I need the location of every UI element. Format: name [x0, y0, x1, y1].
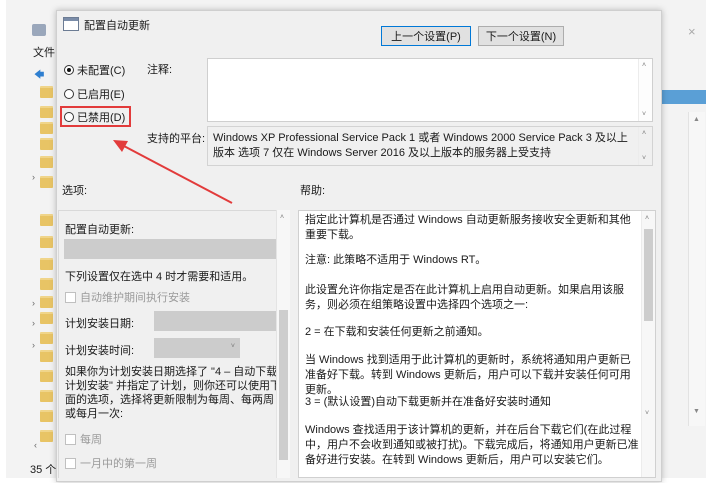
expand-chevron-icon[interactable]: ›: [32, 340, 35, 350]
scroll-thumb[interactable]: [279, 310, 288, 460]
options-description: 如果你为计划安装日期选择了 "4 – 自动下载计划安装" 并指定了计划，则你还可…: [65, 366, 281, 420]
radio-label: 未配置(C): [77, 65, 126, 77]
checkbox-label: 自动维护期间执行安装: [80, 292, 190, 304]
folder-icon[interactable]: [40, 258, 53, 270]
checkbox-box-icon: [65, 433, 76, 445]
radio-enabled[interactable]: 已启用(E): [64, 86, 125, 102]
help-paragraph: 注意: 此策略不适用于 Windows RT。: [305, 254, 487, 266]
options-note: 下列设置仅在选中 4 时才需要和适用。: [65, 271, 254, 283]
help-paragraph: 当 Windows 找到适用于此计算机的更新时，系统将通知用户更新已准备好下载。…: [305, 354, 631, 396]
expand-chevron-icon[interactable]: ›: [32, 172, 35, 182]
help-paragraph: Windows 查找适用于该计算机的更新，并在后台下载它们(在此过程中，用户不会…: [305, 424, 639, 466]
prev-setting-button[interactable]: 上一个设置(P): [381, 26, 471, 46]
background-close-icon[interactable]: ×: [688, 24, 696, 39]
folder-icon[interactable]: [40, 176, 53, 188]
help-paragraph: 此设置允许你指定是否在此计算机上启用自动更新。如果启用该服务，则必须在组策略设置…: [305, 284, 624, 311]
folder-icon[interactable]: [40, 106, 53, 118]
expand-chevron-icon[interactable]: ›: [32, 298, 35, 308]
menu-file[interactable]: 文件: [33, 44, 55, 60]
highlight-box: [60, 106, 131, 127]
folder-icon[interactable]: [40, 312, 53, 324]
scroll-thumb[interactable]: [644, 229, 653, 321]
first-week-checkbox[interactable]: 一月中的第一周: [65, 455, 157, 471]
next-setting-button[interactable]: 下一个设置(N): [478, 26, 564, 46]
scroll-down-icon[interactable]: ˅: [645, 410, 649, 417]
comment-textarea[interactable]: ˄ ˅: [207, 58, 653, 122]
help-heading: 帮助:: [300, 185, 326, 197]
platform-scrollbar[interactable]: ˄ ˅: [638, 127, 652, 165]
schedule-time-label: 计划安装时间:: [65, 345, 135, 357]
options-panel: 配置自动更新: 下列设置仅在选中 4 时才需要和适用。 自动维护期间执行安装 计…: [58, 210, 290, 478]
options-scrollbar[interactable]: ˄: [276, 210, 290, 478]
background-scrollbar[interactable]: ▲ ▼: [688, 112, 705, 426]
folder-icon[interactable]: [40, 410, 53, 422]
app-icon: [32, 24, 46, 36]
checkbox-label: 每周: [80, 434, 102, 446]
schedule-day-dropdown[interactable]: [154, 311, 280, 331]
help-panel: 指定此计算机是否通过 Windows 自动更新服务接收安全更新和其他重要下载。 …: [298, 210, 656, 478]
weekly-checkbox[interactable]: 每周: [65, 431, 102, 447]
help-paragraph: 3 = (默认设置)自动下载更新并在准备好安装时通知: [305, 396, 551, 408]
comment-scrollbar[interactable]: ˄ ˅: [638, 59, 652, 121]
policy-icon: [63, 17, 79, 31]
folder-icon[interactable]: [40, 236, 53, 248]
options-title: 配置自动更新:: [65, 224, 135, 236]
help-paragraph: 指定此计算机是否通过 Windows 自动更新服务接收安全更新和其他重要下载。: [305, 214, 631, 241]
dialog-title: 配置自动更新: [84, 20, 150, 32]
folder-icon[interactable]: [40, 86, 53, 98]
folder-icon[interactable]: [40, 350, 53, 362]
scroll-up-icon[interactable]: ˄: [645, 215, 649, 222]
folder-icon[interactable]: [40, 138, 53, 150]
folder-icon[interactable]: [40, 370, 53, 382]
folder-icon[interactable]: [40, 278, 53, 290]
checkbox-box-icon: [65, 291, 76, 303]
maintenance-checkbox[interactable]: 自动维护期间执行安装: [65, 289, 190, 305]
platform-label: 支持的平台:: [147, 133, 206, 145]
scroll-left-icon[interactable]: ‹: [34, 440, 37, 450]
background-selected-row: [660, 90, 706, 104]
folder-icon[interactable]: [40, 122, 53, 134]
chevron-down-icon: ˅: [230, 343, 235, 350]
comment-label: 注释:: [147, 64, 173, 76]
folder-icon[interactable]: [40, 214, 53, 226]
scroll-down-icon[interactable]: ˅: [642, 155, 646, 162]
expand-chevron-icon[interactable]: ›: [32, 318, 35, 328]
radio-label: 已启用(E): [77, 89, 125, 101]
folder-icon[interactable]: [40, 332, 53, 344]
scroll-up-icon[interactable]: ˄: [280, 214, 284, 221]
folder-icon[interactable]: [40, 296, 53, 308]
radio-circle-icon: [64, 89, 74, 99]
platform-box: Windows XP Professional Service Pack 1 或…: [207, 126, 653, 166]
folder-icon[interactable]: [40, 156, 53, 168]
options-heading: 选项:: [62, 185, 88, 197]
radio-circle-icon: [64, 65, 74, 75]
scroll-up-icon[interactable]: ˄: [642, 130, 646, 137]
folder-icon[interactable]: [40, 430, 53, 442]
checkbox-label: 一月中的第一周: [80, 458, 157, 470]
schedule-day-label: 计划安装日期:: [65, 318, 135, 330]
scroll-down-icon[interactable]: ˅: [642, 111, 646, 118]
status-text: 35 个: [30, 464, 57, 476]
checkbox-box-icon: [65, 457, 76, 469]
folder-icon[interactable]: [40, 390, 53, 402]
radio-not-configured[interactable]: 未配置(C): [64, 62, 125, 78]
schedule-time-dropdown[interactable]: ˅: [154, 338, 240, 358]
scroll-up-icon[interactable]: ˄: [642, 62, 646, 69]
help-paragraph: 2 = 在下载和安装任何更新之前通知。: [305, 326, 489, 338]
platform-text: Windows XP Professional Service Pack 1 或…: [213, 132, 628, 159]
help-scrollbar[interactable]: ˄ ˅: [641, 211, 655, 477]
configure-mode-dropdown[interactable]: [64, 239, 280, 259]
